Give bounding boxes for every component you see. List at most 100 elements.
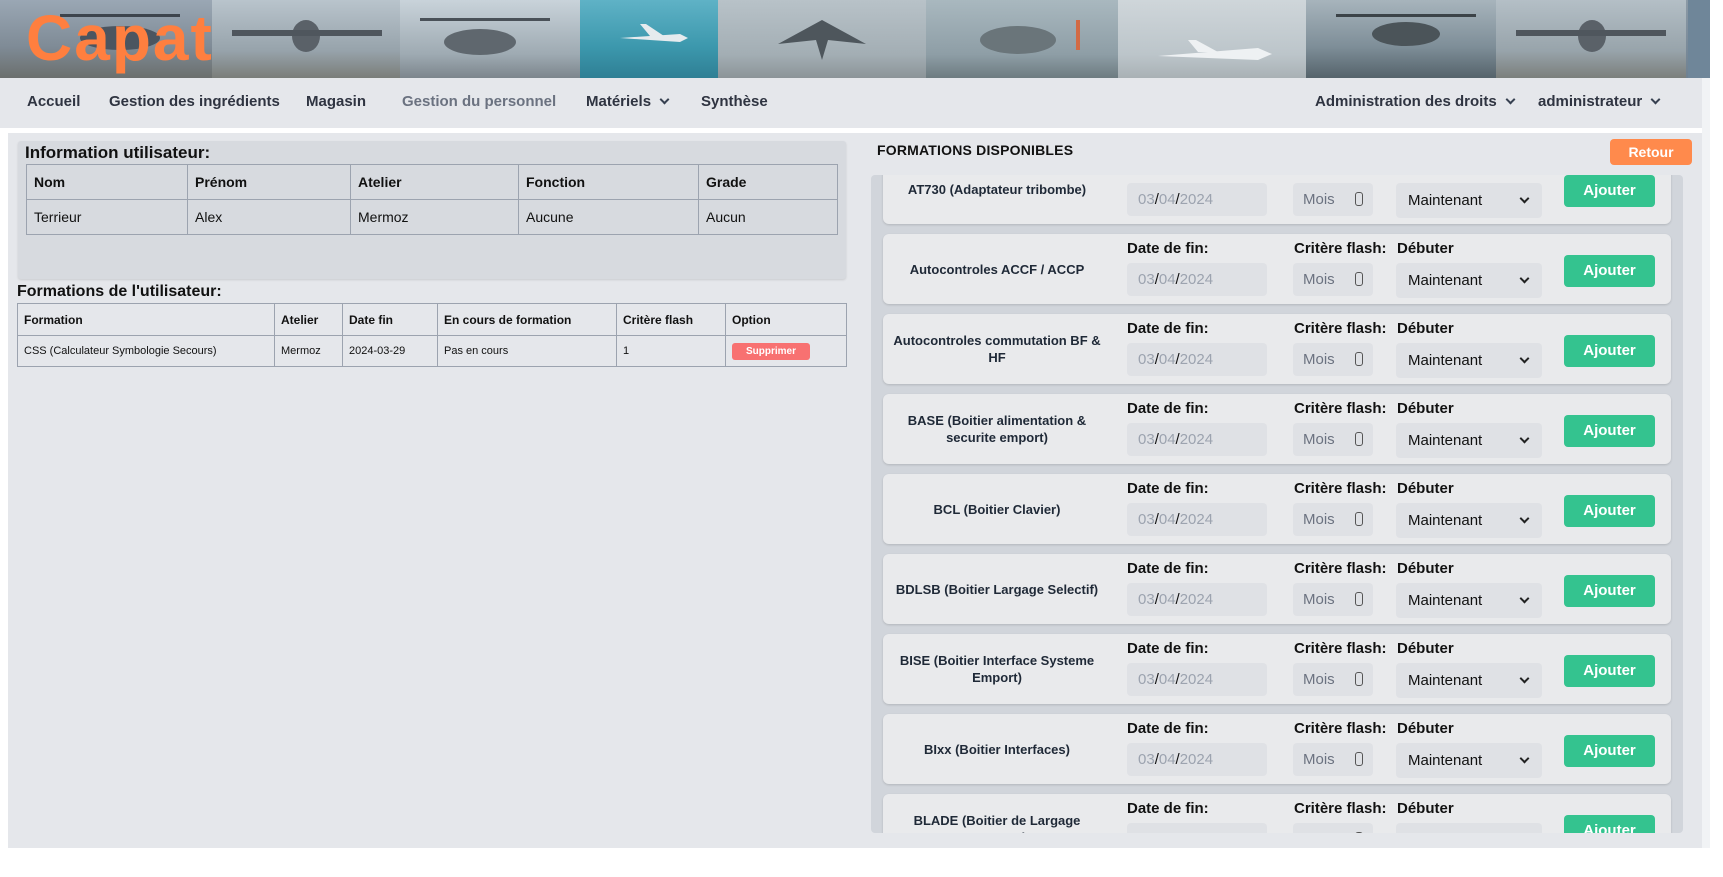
banner-photo-turboprop-2 (1496, 0, 1686, 78)
add-formation-button[interactable]: Ajouter (1564, 655, 1655, 687)
chevron-down-icon (1519, 513, 1530, 524)
user-info-title: Information utilisateur: (25, 143, 211, 162)
cell-nom: Terrieur (26, 199, 188, 235)
formation-name: BCL (Boitier Clavier) (933, 501, 1061, 517)
add-formation-button[interactable]: Ajouter (1564, 335, 1655, 367)
add-formation-button[interactable]: Ajouter (1564, 575, 1655, 607)
critere-flash-input[interactable]: Mois (1293, 343, 1373, 376)
critere-flash-label: Critère flash: (1294, 240, 1387, 257)
date-fin-input[interactable]: 03/04/2024 (1127, 743, 1267, 776)
spinner-icon (1355, 352, 1363, 366)
formation-name: BISE (Boitier Interface Systeme Emport) (899, 653, 1095, 685)
available-formations-list[interactable]: AT730 (Adaptateur tribombe) Date de fin:… (871, 175, 1683, 833)
critere-flash-input[interactable]: Mois (1293, 183, 1373, 216)
col-atelier: Atelier (350, 164, 519, 200)
debuter-select[interactable]: Maintenant (1396, 183, 1542, 218)
critere-flash-input[interactable]: Mois (1293, 823, 1373, 833)
formation-name: AT730 (Adaptateur tribombe) (907, 181, 1087, 197)
debuter-label: Débuter (1397, 560, 1454, 577)
debuter-label: Débuter (1397, 400, 1454, 417)
critere-flash-label: Critère flash: (1294, 640, 1387, 657)
date-fin-input[interactable]: 03/04/2024 (1127, 823, 1267, 833)
critere-flash-input[interactable]: Mois (1293, 663, 1373, 696)
col-nom: Nom (26, 164, 188, 200)
date-fin-label: Date de fin: (1127, 400, 1209, 417)
available-formations-title: FORMATIONS DISPONIBLES (877, 142, 1074, 158)
cell-atelier: Mermoz (274, 335, 343, 367)
add-formation-button[interactable]: Ajouter (1564, 495, 1655, 527)
chevron-down-icon (1519, 353, 1530, 364)
delete-button[interactable]: Supprimer (732, 342, 811, 360)
debuter-select[interactable]: Maintenant (1396, 823, 1542, 833)
col-prenom: Prénom (187, 164, 351, 200)
nav-user-menu[interactable]: administrateur (1538, 93, 1661, 110)
date-fin-input[interactable]: 03/04/2024 (1127, 423, 1267, 456)
debuter-label: Débuter (1397, 320, 1454, 337)
date-fin-label: Date de fin: (1127, 320, 1209, 337)
add-formation-button[interactable]: Ajouter (1564, 735, 1655, 767)
formation-card: AT730 (Adaptateur tribombe) Date de fin:… (883, 175, 1671, 224)
table-header-row: Formation Atelier Date fin En cours de f… (17, 303, 847, 336)
nav-gestion-ingredients[interactable]: Gestion des ingrédients (109, 93, 280, 110)
critere-flash-label: Critère flash: (1294, 320, 1387, 337)
debuter-select[interactable]: Maintenant (1396, 263, 1542, 298)
formation-name: Autocontroles ACCF / ACCP (909, 261, 1085, 277)
banner-photo-jet-sea (580, 0, 718, 78)
debuter-select[interactable]: Maintenant (1396, 743, 1542, 778)
critere-flash-input[interactable]: Mois (1293, 503, 1373, 536)
banner-photo-naval-helicopter (400, 0, 580, 78)
critere-flash-input[interactable]: Mois (1293, 423, 1373, 456)
critere-flash-label: Critère flash: (1294, 400, 1387, 417)
date-fin-label: Date de fin: (1127, 175, 1209, 177)
debuter-select[interactable]: Maintenant (1396, 343, 1542, 378)
nav-synthese[interactable]: Synthèse (701, 93, 768, 110)
debuter-select[interactable]: Maintenant (1396, 423, 1542, 458)
debuter-label: Débuter (1397, 240, 1454, 257)
nav-magasin[interactable]: Magasin (306, 93, 366, 110)
spinner-icon (1355, 592, 1363, 606)
chevron-down-icon (659, 94, 670, 105)
date-fin-label: Date de fin: (1127, 480, 1209, 497)
add-formation-button[interactable]: Ajouter (1564, 175, 1655, 207)
cell-prenom: Alex (187, 199, 351, 235)
back-button[interactable]: Retour (1610, 139, 1692, 165)
add-formation-button[interactable]: Ajouter (1564, 255, 1655, 287)
chevron-down-icon (1505, 94, 1516, 105)
spinner-icon (1355, 512, 1363, 526)
debuter-select[interactable]: Maintenant (1396, 663, 1542, 698)
date-fin-input[interactable]: 03/04/2024 (1127, 343, 1267, 376)
critere-flash-input[interactable]: Mois (1293, 263, 1373, 296)
critere-flash-label: Critère flash: (1294, 480, 1387, 497)
chevron-down-icon (1519, 433, 1530, 444)
col-atelier: Atelier (274, 303, 343, 336)
app-logo[interactable]: Capat (26, 2, 214, 74)
nav-administration-droits[interactable]: Administration des droits (1315, 93, 1516, 110)
nav-accueil[interactable]: Accueil (27, 93, 80, 110)
debuter-label: Débuter (1397, 640, 1454, 657)
date-fin-input[interactable]: 03/04/2024 (1127, 183, 1267, 216)
add-formation-button[interactable]: Ajouter (1564, 415, 1655, 447)
formation-name: BDLSB (Boitier Largage Selectif) (895, 581, 1099, 597)
chevron-down-icon (1519, 753, 1530, 764)
date-fin-input[interactable]: 03/04/2024 (1127, 503, 1267, 536)
spinner-icon (1355, 752, 1363, 766)
page-scrollbar[interactable] (1702, 78, 1710, 848)
formation-card: BLADE (Boitier de Largage Detresse) Date… (883, 794, 1671, 833)
date-fin-input[interactable]: 03/04/2024 (1127, 583, 1267, 616)
add-formation-button[interactable]: Ajouter (1564, 815, 1655, 833)
col-en-cours: En cours de formation (437, 303, 617, 336)
page-bottom (0, 848, 1723, 877)
debuter-select[interactable]: Maintenant (1396, 503, 1542, 538)
debuter-label: Débuter (1397, 720, 1454, 737)
cell-en-cours: Pas en cours (437, 335, 617, 367)
spinner-icon (1355, 192, 1363, 206)
date-fin-input[interactable]: 03/04/2024 (1127, 263, 1267, 296)
date-fin-input[interactable]: 03/04/2024 (1127, 663, 1267, 696)
nav-gestion-personnel[interactable]: Gestion du personnel (402, 93, 556, 110)
critere-flash-input[interactable]: Mois (1293, 743, 1373, 776)
debuter-label: Débuter (1397, 800, 1454, 817)
banner-photo-rescue-helicopter (926, 0, 1118, 78)
critere-flash-input[interactable]: Mois (1293, 583, 1373, 616)
nav-materiels[interactable]: Matériels (586, 93, 670, 110)
debuter-select[interactable]: Maintenant (1396, 583, 1542, 618)
